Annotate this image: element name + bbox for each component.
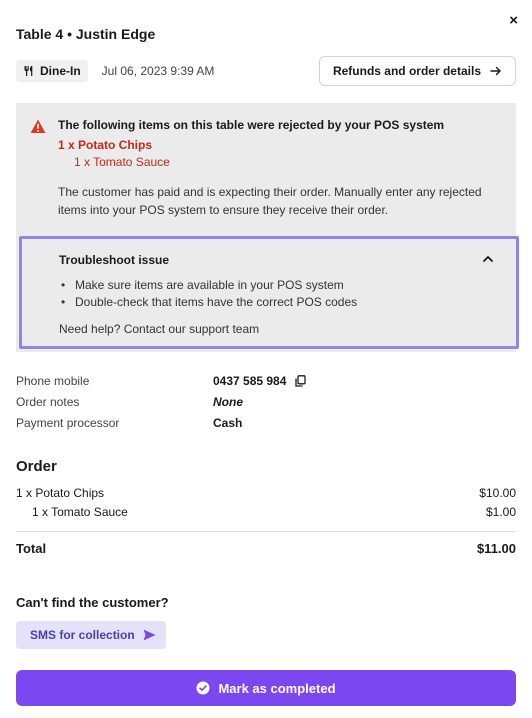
troubleshoot-title: Troubleshoot issue [59, 253, 170, 267]
order-type-label: Dine-In [40, 64, 81, 78]
order-heading: Order [16, 458, 57, 475]
page-title: Table 4 • Justin Edge [16, 26, 156, 42]
troubleshoot-tip: Double-check that items have the correct… [59, 294, 357, 311]
detail-row-processor: Payment processor Cash [16, 412, 516, 433]
troubleshoot-panel: Troubleshoot issue Make sure items are a… [19, 236, 519, 349]
order-item-price: $10.00 [479, 486, 516, 500]
support-link[interactable]: Need help? Contact our support team [59, 322, 259, 336]
rejected-modifier: 1 x Tomato Sauce [74, 155, 170, 169]
arrow-right-icon [490, 66, 501, 76]
chevron-up-icon[interactable] [482, 253, 494, 265]
notes-label: Order notes [16, 394, 80, 409]
mark-completed-label: Mark as completed [218, 680, 336, 696]
order-item-name: 1 x Tomato Sauce [32, 505, 128, 519]
phone-label: Phone mobile [16, 373, 90, 388]
order-datetime: Jul 06, 2023 9:39 AM [101, 64, 215, 78]
cant-find-heading: Can't find the customer? [16, 595, 169, 610]
notes-value: None [213, 394, 243, 409]
sms-collection-button[interactable]: SMS for collection [16, 621, 166, 649]
troubleshoot-tip: Make sure items are available in your PO… [59, 277, 357, 294]
mark-completed-button[interactable]: Mark as completed [16, 670, 516, 706]
rejected-item: 1 x Potato Chips [58, 138, 153, 152]
close-icon[interactable]: × [509, 12, 518, 29]
troubleshoot-tips: Make sure items are available in your PO… [59, 277, 357, 311]
refunds-label: Refunds and order details [332, 64, 481, 78]
order-item-price: $1.00 [485, 505, 516, 519]
detail-row-notes: Order notes None [16, 391, 516, 412]
order-item-name: 1 x Potato Chips [16, 486, 105, 500]
divider [16, 531, 516, 532]
processor-label: Payment processor [16, 415, 120, 430]
order-type-badge: Dine-In [16, 60, 88, 82]
detail-row-phone: Phone mobile 0437 585 984 [16, 370, 516, 391]
alert-title: The following items on this table were r… [58, 118, 445, 132]
send-icon [143, 629, 156, 641]
phone-value: 0437 585 984 [213, 373, 287, 388]
copy-icon[interactable] [295, 374, 307, 387]
order-item-row: 1 x Potato Chips $10.00 [16, 486, 516, 500]
order-meta-row: Dine-In Jul 06, 2023 9:39 AM Refunds and… [16, 56, 516, 86]
phone-value-group: 0437 585 984 [213, 373, 307, 388]
fork-knife-icon [24, 66, 33, 76]
processor-value: Cash [213, 415, 243, 430]
total-row: Total $11.00 [16, 541, 516, 556]
sms-label: SMS for collection [30, 628, 135, 642]
total-value: $11.00 [476, 541, 516, 556]
alert-body: The customer has paid and is expecting t… [58, 185, 482, 217]
close-button[interactable]: × [509, 12, 518, 29]
check-circle-icon [196, 681, 210, 695]
warning-icon [30, 119, 46, 133]
order-item-row: 1 x Tomato Sauce $1.00 [16, 505, 516, 519]
refunds-details-button[interactable]: Refunds and order details [318, 56, 516, 86]
order-details: Phone mobile 0437 585 984 Order notes No… [16, 370, 516, 433]
total-label: Total [16, 541, 47, 556]
